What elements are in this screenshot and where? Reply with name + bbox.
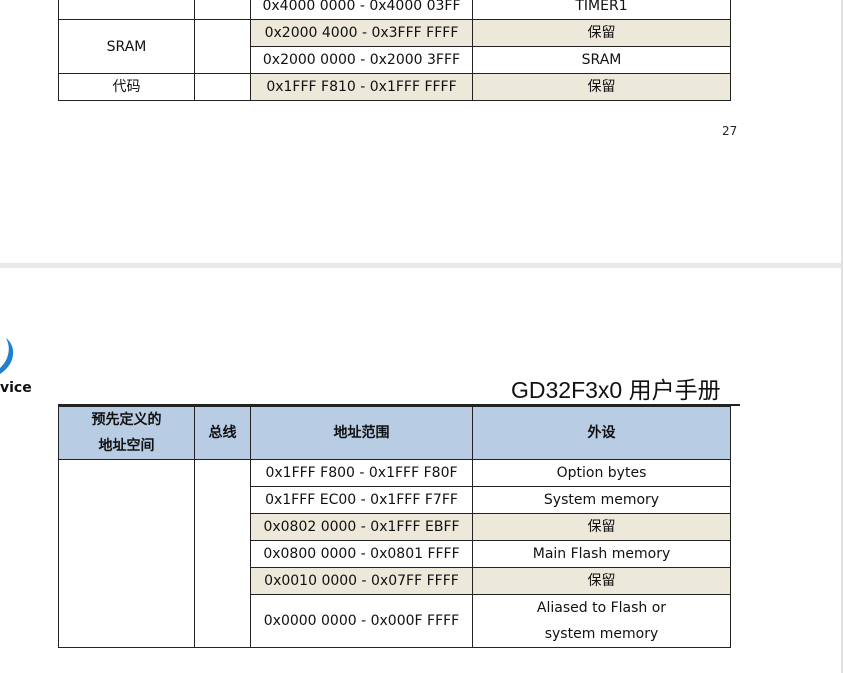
header-bus: 总线 [194,406,251,460]
peripheral-cell: Option bytes [472,459,731,487]
document-title: GD32F3x0 用户手册 [511,377,721,403]
company-logo-text: vice [0,380,32,396]
peripheral-cell-reserved: 保留 [472,567,731,595]
header-region-line2: 地址空间 [98,438,155,454]
peripheral-cell: Main Flash memory [472,540,731,568]
address-range-cell: 0x1FFF F800 - 0x1FFF F80F [250,459,473,487]
address-range-cell: 0x0802 0000 - 0x1FFF EBFF [250,513,473,541]
peripheral-cell: System memory [472,486,731,514]
peripheral-cell-reserved: 保留 [472,513,731,541]
address-range-cell: 0x0800 0000 - 0x0801 FFFF [250,540,473,568]
table-row: SRAM 0x2000 4000 - 0x3FFF FFFF 保留 [58,19,731,74]
region-cell-sram: SRAM [58,19,195,74]
table-row: 0x4000 0000 - 0x4000 03FF TIMER1 [58,0,731,20]
bus-cell [194,19,251,74]
header-peripheral: 外设 [472,406,731,460]
header-address-range: 地址范围 [250,406,473,460]
header-region-line1: 预先定义的 [91,412,162,428]
peripheral-line2: system memory [544,626,659,642]
company-logo-icon [0,338,14,374]
page-number: 27 [722,124,738,138]
table-header-row: 预先定义的 地址空间 总线 地址范围 外设 [58,406,731,460]
peripheral-cell-reserved: 保留 [472,73,731,101]
region-cell [58,0,195,20]
table-row: 0x1FFF F800 - 0x1FFF F80F Option bytes [58,459,731,648]
peripheral-line1: Aliased to Flash or [536,600,667,616]
bus-cell [194,459,251,648]
memory-map-table: 预先定义的 地址空间 总线 地址范围 外设 0x1FFF F800 - 0x1F… [58,406,731,648]
header-predefined-region: 预先定义的 地址空间 [58,406,195,460]
peripheral-cell-reserved: 保留 [472,19,731,47]
address-range-cell: 0x4000 0000 - 0x4000 03FF [250,0,473,20]
bus-cell [194,73,251,101]
bus-cell [194,0,251,20]
peripheral-cell: TIMER1 [472,0,731,20]
region-cell-code: 代码 [58,73,195,101]
address-range-cell: 0x1FFF F810 - 0x1FFF FFFF [250,73,473,101]
peripheral-cell: SRAM [472,46,731,74]
address-range-cell: 0x2000 0000 - 0x2000 3FFF [250,46,473,74]
peripheral-cell: Aliased to Flash or system memory [472,594,731,648]
memory-map-table-continued: 0x4000 0000 - 0x4000 03FF TIMER1 SRAM 0x… [58,0,731,101]
address-range-cell: 0x1FFF EC00 - 0x1FFF F7FF [250,486,473,514]
address-range-cell: 0x0010 0000 - 0x07FF FFFF [250,567,473,595]
region-cell [58,459,195,648]
table-row: 代码 0x1FFF F810 - 0x1FFF FFFF 保留 [58,73,731,101]
address-range-cell: 0x0000 0000 - 0x000F FFFF [250,594,473,648]
address-range-cell: 0x2000 4000 - 0x3FFF FFFF [250,19,473,47]
